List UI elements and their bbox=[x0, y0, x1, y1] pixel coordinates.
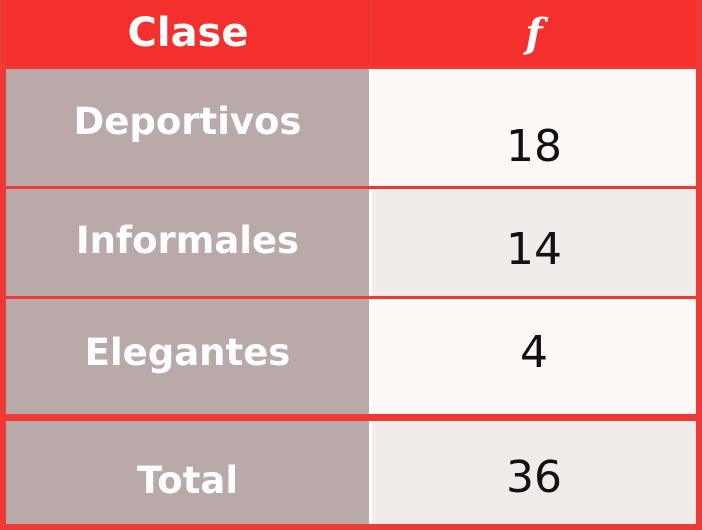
row-value-total: 36 bbox=[372, 421, 696, 524]
row-label-informales: Informales bbox=[6, 189, 372, 296]
row-label-total: Total bbox=[6, 421, 372, 524]
header-clase: Clase bbox=[6, 0, 370, 66]
row-value-informales: 14 bbox=[372, 189, 696, 296]
row-label-deportivos: Deportivos bbox=[6, 69, 372, 186]
row-value-elegantes: 4 bbox=[372, 299, 696, 414]
row-label-elegantes: Elegantes bbox=[6, 299, 372, 414]
row-value-deportivos: 18 bbox=[372, 69, 696, 186]
header-frequency: f bbox=[372, 0, 696, 66]
frequency-table: Clase f Deportivos 18 Informales 14 Eleg… bbox=[0, 0, 702, 530]
